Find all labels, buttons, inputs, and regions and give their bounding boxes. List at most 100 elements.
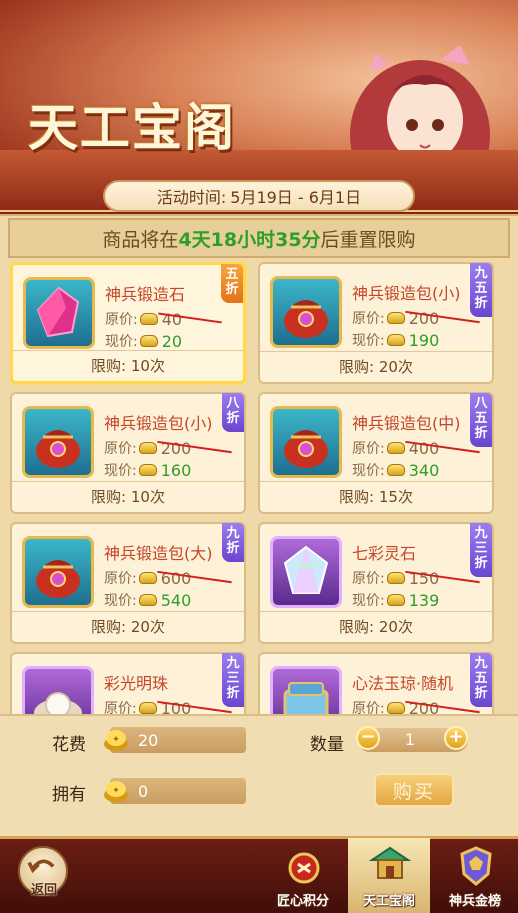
current-price-label: 现价:	[352, 593, 385, 609]
quantity-value[interactable]: 1	[385, 730, 435, 749]
item-name: 心法玉琼·随机	[352, 674, 454, 693]
screen: 天工宝阁 活动时间: 5月19日 - 6月1日 商品将在 4天18小时35分 后…	[0, 0, 518, 913]
original-price: 原价: 400	[352, 438, 480, 458]
event-time-range: 5月19日 - 6月1日	[230, 188, 362, 207]
current-price: 现价: 160	[104, 460, 191, 480]
original-price: 原价: 200	[352, 698, 480, 714]
original-price-label: 原价:	[352, 571, 385, 587]
owned-label: 拥有	[52, 785, 86, 805]
cost-field: ✦ 20	[104, 727, 246, 753]
gold-ingot-icon	[139, 313, 158, 325]
gold-ingot-icon	[139, 335, 158, 347]
strikethrough-line	[404, 700, 480, 713]
current-price-value: 20	[161, 331, 183, 351]
original-price-value: 40	[157, 310, 222, 329]
quantity-label: 数量	[310, 735, 344, 755]
purchase-limit: 限购: 20次	[260, 351, 492, 380]
red-bag-icon	[270, 406, 342, 478]
original-price-value: 150	[404, 569, 480, 588]
purchase-limit: 限购: 10次	[12, 481, 244, 510]
tab-treasure-pavilion[interactable]: 天工宝阁	[348, 838, 430, 913]
back-label: 返回	[30, 883, 57, 898]
purchase-limit: 限购: 20次	[12, 611, 244, 640]
strikethrough-line	[156, 570, 232, 583]
medal-icon	[288, 852, 320, 884]
tab-weapon-ranking[interactable]: 神兵金榜	[434, 838, 516, 913]
original-price-label: 原价:	[352, 311, 385, 327]
original-price: 原价: 600	[104, 568, 232, 588]
current-price-value: 160	[160, 460, 192, 480]
gold-ingot-icon	[386, 334, 405, 346]
item-card[interactable]: 神兵锻造包(大) 原价: 600 现价: 540 限购: 20次 九折	[10, 522, 246, 644]
discount-badge: 九三折	[222, 653, 244, 707]
original-price: 原价: 40	[105, 309, 222, 329]
purchase-limit: 限购: 15次	[260, 481, 492, 510]
pearl-icon	[22, 666, 94, 714]
item-card[interactable]: 彩光明珠原价: 100 九三折	[10, 652, 246, 714]
page-title: 天工宝阁	[28, 98, 236, 157]
current-price-label: 现价:	[104, 463, 137, 479]
current-price-label: 现价:	[105, 334, 138, 350]
item-grid[interactable]: 神兵锻造石 原价: 40 现价: 20 限购: 10次五折神兵锻造包(小) 原价: 200 现价…	[10, 262, 510, 714]
gold-ingot-icon	[386, 572, 405, 584]
reset-prefix: 商品将在	[102, 228, 179, 251]
item-card[interactable]: 七彩灵石 原价: 150 现价: 139 限购: 20次 九三折	[258, 522, 494, 644]
reset-countdown-bar: 商品将在 4天18小时35分 后重置限购	[8, 218, 510, 258]
original-price-label: 原价:	[104, 441, 137, 457]
discount-badge: 八五折	[470, 393, 492, 447]
discount-badge: 五折	[221, 264, 243, 303]
pavilion-icon	[368, 846, 412, 879]
strikethrough-line	[157, 312, 222, 323]
increase-button[interactable]: +	[444, 726, 468, 750]
item-card[interactable]: 心法玉琼·随机原价: 200 九五折	[258, 652, 494, 714]
current-price: 现价: 139	[352, 590, 439, 610]
item-name: 神兵锻造包(小)	[104, 414, 213, 433]
current-price: 现价: 340	[352, 460, 439, 480]
original-price-label: 原价:	[352, 441, 385, 457]
gold-ingot-icon	[386, 464, 405, 476]
original-price-label: 原价:	[352, 701, 385, 714]
original-price: 原价: 150	[352, 568, 480, 588]
current-price-value: 540	[160, 590, 192, 610]
gold-ingot-icon	[386, 442, 405, 454]
original-price-label: 原价:	[105, 312, 138, 328]
discount-badge: 九折	[222, 523, 244, 562]
red-bag-icon	[22, 536, 94, 608]
reset-suffix: 后重置限购	[320, 228, 416, 251]
reset-countdown: 4天18小时35分	[178, 228, 321, 251]
item-card[interactable]: 神兵锻造包(中) 原价: 400 现价: 340 限购: 15次 八五折	[258, 392, 494, 514]
current-price: 现价: 20	[105, 331, 182, 351]
decrease-button[interactable]: −	[356, 726, 380, 750]
buy-button[interactable]: 购买	[374, 773, 454, 807]
item-name: 七彩灵石	[352, 544, 417, 563]
gold-ingot-icon	[138, 702, 157, 714]
original-price-value: 100	[156, 699, 232, 714]
red-bag-icon	[270, 276, 342, 348]
item-name: 神兵锻造包(小)	[352, 284, 461, 303]
cost-value: 20	[138, 730, 159, 750]
item-name: 彩光明珠	[104, 674, 169, 693]
event-time-label: 活动时间:	[156, 188, 227, 207]
gold-ingot-icon: ✦	[104, 781, 128, 802]
discount-badge: 九五折	[470, 263, 492, 317]
item-card[interactable]: 神兵锻造包(小) 原价: 200 现价: 160 限购: 10次 八折	[10, 392, 246, 514]
tab-treasure-pavilion-label: 天工宝阁	[362, 894, 415, 909]
original-price-label: 原价:	[104, 701, 137, 714]
current-price-value: 190	[408, 330, 440, 350]
original-price-value: 600	[156, 569, 232, 588]
discount-badge: 九五折	[470, 653, 492, 707]
gold-ingot-icon: ✦	[104, 730, 128, 751]
original-price-value: 400	[404, 439, 480, 458]
strikethrough-line	[404, 440, 480, 453]
tab-weapon-ranking-label: 神兵金榜	[448, 894, 501, 909]
item-card[interactable]: 神兵锻造包(小) 原价: 200 现价: 190 限购: 20次 九五折	[258, 262, 494, 384]
gold-ingot-icon	[138, 464, 157, 476]
item-card[interactable]: 神兵锻造石 原价: 40 现价: 20 限购: 10次 五折	[10, 262, 246, 384]
current-price-value: 340	[408, 460, 440, 480]
gold-ingot-icon	[386, 312, 405, 324]
owned-value: 0	[138, 781, 149, 801]
strikethrough-line	[404, 310, 480, 323]
event-time-bar: 活动时间: 5月19日 - 6月1日	[103, 180, 415, 212]
original-price: 原价: 200	[352, 308, 480, 328]
tab-craft-points[interactable]: 匠心积分	[262, 838, 344, 913]
